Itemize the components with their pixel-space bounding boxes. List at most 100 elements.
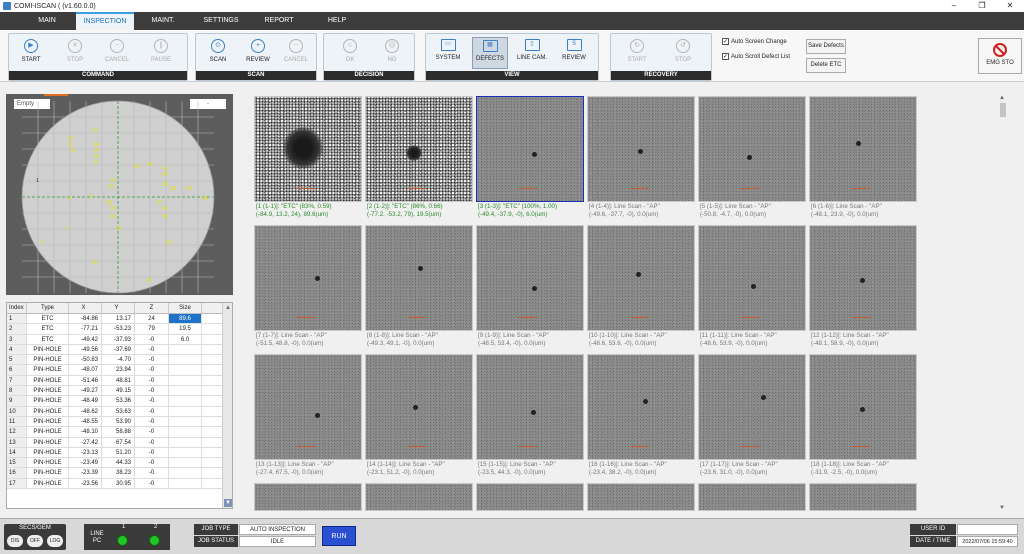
defect-image[interactable] bbox=[809, 225, 917, 331]
user-id-field[interactable] bbox=[957, 524, 1018, 535]
run-button[interactable]: RUN bbox=[322, 526, 356, 546]
minimize-button[interactable]: – bbox=[940, 0, 968, 12]
defect-thumbnail[interactable]: [6 (1-6)]: Line Scan - "AP" (-48.1, 23.9,… bbox=[809, 96, 917, 222]
defect-image[interactable] bbox=[476, 354, 584, 460]
pause-button[interactable]: ∥ PAUSE bbox=[143, 37, 179, 69]
defect-image[interactable] bbox=[365, 96, 473, 202]
stop-button[interactable]: ✕ STOP bbox=[57, 37, 93, 69]
defect-image[interactable] bbox=[587, 483, 695, 511]
defect-thumbnail[interactable]: [16 (1-16)]: Line Scan - "AP" (-23.4, 38.… bbox=[587, 354, 695, 480]
tab-main[interactable]: MAIN bbox=[18, 12, 76, 30]
defect-image[interactable] bbox=[587, 225, 695, 331]
table-row[interactable]: 7 PIN-HOLE -51.46 48.81 -0 bbox=[7, 375, 232, 387]
tab-maint[interactable]: MAINT. bbox=[134, 12, 192, 30]
save-defects-button[interactable]: Save Defects bbox=[806, 39, 846, 54]
maximize-button[interactable]: ❐ bbox=[968, 0, 996, 12]
wafer-map[interactable]: 1312111014151617 181965252624 42 43414039… bbox=[6, 94, 233, 295]
defect-thumbnail[interactable]: [8 (1-8)]: Line Scan - "AP" (-49.3, 49.1,… bbox=[365, 225, 473, 351]
recovery-start-button[interactable]: ↻ START bbox=[619, 37, 655, 69]
defect-image[interactable] bbox=[809, 96, 917, 202]
defect-image[interactable] bbox=[809, 354, 917, 460]
auto-screen-change-checkbox[interactable]: ✓ Auto Screen Change bbox=[722, 38, 787, 45]
table-row[interactable]: 3 ETC -49.42 -37.93 -0 6.0 bbox=[7, 334, 232, 345]
tab-help[interactable]: HELP bbox=[308, 12, 366, 30]
scroll-thumb[interactable] bbox=[1000, 103, 1006, 117]
secs-dis-button[interactable]: DIS bbox=[7, 535, 23, 547]
scan-button[interactable]: ⊙ SCAN bbox=[200, 37, 236, 69]
defect-image[interactable] bbox=[254, 96, 362, 202]
start-button[interactable]: ▶ START bbox=[13, 37, 49, 69]
defect-thumbnail[interactable]: [3 (1-3)]: "ETC" (100%, 1.00) (-49.4, -37… bbox=[476, 96, 584, 222]
secs-off-button[interactable]: OFF bbox=[27, 535, 43, 547]
tab-inspection[interactable]: INSPECTION bbox=[76, 12, 134, 30]
defect-thumbnail[interactable]: [18 (1-18)]: Line Scan - "AP" (-31.9, -2.… bbox=[809, 354, 917, 480]
defect-image[interactable] bbox=[809, 483, 917, 511]
defect-image[interactable] bbox=[254, 225, 362, 331]
defect-image[interactable] bbox=[587, 354, 695, 460]
table-row[interactable]: 11 PIN-HOLE -48.55 53.90 -0 bbox=[7, 416, 232, 428]
table-row[interactable]: 2 ETC -77.21 -53.23 79 19.5 bbox=[7, 324, 232, 335]
secs-log-button[interactable]: LOG bbox=[47, 535, 63, 547]
table-row[interactable]: 5 PIN-HOLE -50.83 -4.70 -0 bbox=[7, 355, 232, 366]
defect-thumbnail[interactable]: [15 (1-15)]: Line Scan - "AP" (-23.5, 44.… bbox=[476, 354, 584, 480]
line-cam-view-button[interactable]: ▯ LINE CAM. bbox=[514, 37, 550, 69]
table-row[interactable]: 6 PIN-HOLE -48.07 23.94 -0 bbox=[7, 365, 232, 376]
defects-view-button[interactable]: ▦ DEFECTS bbox=[472, 37, 508, 69]
defect-thumbnail[interactable]: [13 (1-13)]: Line Scan - "AP" (-27.4, 67.… bbox=[254, 354, 362, 480]
scroll-up-icon[interactable]: ▲ bbox=[224, 304, 232, 312]
table-row[interactable]: 14 PIN-HOLE -23.13 51.20 -0 bbox=[7, 447, 232, 459]
defect-thumbnail[interactable]: [1 (1-1)]: "ETC" (83%, 0.59) (-84.9, 13.2… bbox=[254, 96, 362, 222]
table-scrollbar[interactable]: ▲ ▼ bbox=[222, 303, 232, 508]
defect-image[interactable] bbox=[365, 354, 473, 460]
delete-etc-button[interactable]: Delete ETC bbox=[806, 58, 846, 73]
table-row[interactable]: 12 PIN-HOLE -48.10 58.88 -0 bbox=[7, 427, 232, 438]
defect-image[interactable] bbox=[698, 225, 806, 331]
table-row[interactable]: 4 PIN-HOLE -49.56 -37.69 -0 bbox=[7, 344, 232, 356]
emergency-stop-button[interactable]: EMG STO bbox=[978, 38, 1022, 74]
review-view-button[interactable]: S REVIEW bbox=[556, 37, 592, 69]
ng-button[interactable]: ☹ NG bbox=[374, 37, 410, 69]
scan-cancel-button[interactable]: − CANCEL bbox=[278, 37, 314, 69]
table-row[interactable]: 9 PIN-HOLE -48.49 53.36 -0 bbox=[7, 396, 232, 407]
table-row[interactable]: 13 PIN-HOLE -27.42 67.54 -0 bbox=[7, 437, 232, 448]
defect-image[interactable] bbox=[254, 483, 362, 511]
defect-image[interactable] bbox=[254, 354, 362, 460]
defect-image[interactable] bbox=[698, 483, 806, 511]
system-view-button[interactable]: ▭ SYSTEM bbox=[430, 37, 466, 69]
auto-scroll-checkbox[interactable]: ✓ Auto Scroll Defect List bbox=[722, 53, 790, 60]
table-row[interactable]: 10 PIN-HOLE -48.62 53.63 -0 bbox=[7, 406, 232, 417]
defect-thumbnail[interactable]: [7 (1-7)]: Line Scan - "AP" (-51.5, 48.8,… bbox=[254, 225, 362, 351]
defect-thumbnail[interactable]: [5 (1-5)]: Line Scan - "AP" (-50.8, -4.7,… bbox=[698, 96, 806, 222]
scroll-up-icon[interactable]: ▲ bbox=[999, 95, 1005, 101]
defect-image[interactable] bbox=[698, 96, 806, 202]
defect-thumbnail[interactable]: [9 (1-9)]: Line Scan - "AP" (-48.5, 53.4,… bbox=[476, 225, 584, 351]
review-button[interactable]: + REVIEW bbox=[240, 37, 276, 69]
defect-thumbnail[interactable]: [2 (1-2)]: "ETC" (86%, 0.66) (-77.2, -53.… bbox=[365, 96, 473, 222]
table-row[interactable]: 16 PIN-HOLE -23.39 38.23 -0 bbox=[7, 468, 232, 479]
defect-image[interactable] bbox=[365, 483, 473, 511]
defect-image[interactable] bbox=[587, 96, 695, 202]
table-row[interactable]: 17 PIN-HOLE -23.56 30.95 -0 bbox=[7, 478, 232, 490]
defect-image[interactable] bbox=[476, 483, 584, 511]
defect-thumbnail[interactable]: [11 (1-11)]: Line Scan - "AP" (-48.6, 53.… bbox=[698, 225, 806, 351]
table-row[interactable]: 8 PIN-HOLE -49.27 49.15 -0 bbox=[7, 386, 232, 397]
defect-thumbnail[interactable]: [17 (1-17)]: Line Scan - "AP" (-23.6, 31.… bbox=[698, 354, 806, 480]
cancel-button[interactable]: − CANCEL bbox=[99, 37, 135, 69]
defect-image[interactable] bbox=[698, 354, 806, 460]
defect-thumbnail[interactable]: [4 (1-4)]: Line Scan - "AP" (-49.6, -37.7… bbox=[587, 96, 695, 222]
table-row[interactable]: 15 PIN-HOLE -23.49 44.33 -0 bbox=[7, 458, 232, 469]
defect-thumbnail[interactable]: [10 (1-10)]: Line Scan - "AP" (-48.6, 53.… bbox=[587, 225, 695, 351]
defect-thumbnail[interactable]: [14 (1-14)]: Line Scan - "AP" (-23.1, 51.… bbox=[365, 354, 473, 480]
grid-scrollbar[interactable]: ▲ ▼ bbox=[997, 95, 1009, 511]
ok-button[interactable]: ☺ OK bbox=[332, 37, 368, 69]
recovery-stop-button[interactable]: ↺ STOP bbox=[665, 37, 701, 69]
tab-report[interactable]: REPORT bbox=[250, 12, 308, 30]
defect-thumbnail[interactable]: [12 (1-12)]: Line Scan - "AP" (-48.1, 58.… bbox=[809, 225, 917, 351]
table-row[interactable]: 1 ETC -84.86 13.17 24 89.6 bbox=[7, 314, 232, 325]
close-button[interactable]: ✕ bbox=[996, 0, 1024, 12]
defect-image[interactable] bbox=[476, 96, 584, 202]
scroll-down-icon[interactable]: ▼ bbox=[999, 505, 1005, 511]
tab-settings[interactable]: SETTINGS bbox=[192, 12, 250, 30]
scroll-down-icon[interactable]: ▼ bbox=[224, 499, 232, 507]
defect-image[interactable] bbox=[476, 225, 584, 331]
